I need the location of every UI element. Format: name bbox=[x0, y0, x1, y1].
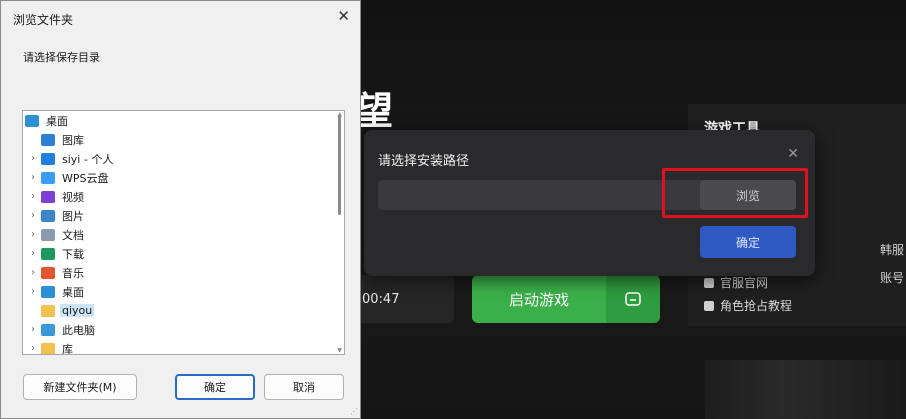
tree-item-label: 下载 bbox=[62, 247, 84, 261]
tree-item[interactable]: › 桌面 bbox=[23, 282, 335, 301]
install-path-dialog: 请选择安装路径 ✕ 浏览 确定 bbox=[364, 130, 815, 276]
chevron-right-icon[interactable]: › bbox=[25, 286, 41, 297]
ok-button[interactable]: 确定 bbox=[175, 374, 255, 400]
tree-item-label: qiyou bbox=[60, 304, 95, 317]
desktop-icon bbox=[25, 114, 39, 127]
tree-item[interactable]: › siyi - 个人 bbox=[23, 149, 335, 168]
desktop-icon bbox=[41, 285, 55, 298]
tree-item-label: 图片 bbox=[62, 209, 84, 223]
tree-item-label: 桌面 bbox=[46, 114, 68, 128]
folder-icon bbox=[41, 304, 55, 317]
tree-item[interactable]: 图库 bbox=[23, 130, 335, 149]
folder-dialog-title: 浏览文件夹 bbox=[13, 13, 74, 27]
documents-icon bbox=[41, 228, 55, 241]
tree-item[interactable]: › 库 bbox=[23, 339, 335, 355]
scroll-down-icon[interactable]: ▼ bbox=[337, 347, 342, 354]
tree-item[interactable]: › 此电脑 bbox=[23, 320, 335, 339]
chevron-right-icon[interactable]: › bbox=[25, 248, 41, 259]
tree-item-label: 库 bbox=[62, 342, 73, 355]
tree-item[interactable]: › 文档 bbox=[23, 225, 335, 244]
chevron-right-icon[interactable]: › bbox=[25, 153, 41, 164]
folder-tree: 桌面 图库 › siyi - 个人 › WPS云盘 › 视频 › 图片 › 文档 › 下载 › 音乐 › 桌面 qi… bbox=[22, 110, 345, 355]
install-dialog-title: 请选择安装路径 bbox=[378, 154, 470, 169]
highlight-annotation bbox=[662, 168, 808, 218]
tree-item-label: 桌面 bbox=[62, 285, 84, 299]
open-folder-button[interactable] bbox=[606, 275, 660, 323]
tree-scrollbar[interactable] bbox=[338, 115, 341, 215]
install-confirm-button[interactable]: 确定 bbox=[700, 226, 796, 258]
tree-item-label: siyi - 个人 bbox=[62, 152, 114, 166]
tree-item-label: 文档 bbox=[62, 228, 84, 242]
tree-item-label: 图库 bbox=[62, 133, 84, 147]
official-site-label: 官服官网 bbox=[720, 276, 769, 290]
kr-server-link[interactable]: 韩服 bbox=[880, 241, 904, 258]
tree-item[interactable]: › WPS云盘 bbox=[23, 168, 335, 187]
new-folder-button[interactable]: 新建文件夹(M) bbox=[23, 374, 137, 400]
chevron-right-icon[interactable]: › bbox=[25, 343, 41, 354]
resize-grip-icon[interactable]: ⋰ bbox=[350, 407, 358, 416]
chevron-right-icon[interactable]: › bbox=[25, 172, 41, 183]
folder-dialog-prompt: 请选择保存目录 bbox=[23, 51, 100, 64]
background-art bbox=[705, 360, 906, 419]
tree-item[interactable]: 桌面 bbox=[23, 111, 335, 130]
account-link[interactable]: 账号 bbox=[880, 269, 904, 286]
onedrive-icon bbox=[41, 152, 55, 165]
chevron-right-icon[interactable]: › bbox=[25, 229, 41, 240]
chevron-right-icon[interactable]: › bbox=[25, 324, 41, 335]
browse-folder-dialog: 浏览文件夹 ✕ 请选择保存目录 桌面 图库 › siyi - 个人 › WPS云盘 › 视频 ›… bbox=[0, 0, 361, 419]
tree-item-label: 音乐 bbox=[62, 266, 84, 280]
download-icon bbox=[41, 247, 55, 260]
cloud-icon bbox=[41, 171, 55, 184]
start-game-button[interactable]: 启动游戏 bbox=[472, 275, 606, 323]
folder-icon bbox=[41, 342, 55, 354]
official-site-link[interactable]: 官服官网 bbox=[704, 274, 768, 291]
tree-item-label: WPS云盘 bbox=[62, 171, 109, 185]
gallery-icon bbox=[41, 133, 55, 146]
tree-item[interactable]: › 图片 bbox=[23, 206, 335, 225]
doc-icon bbox=[704, 300, 714, 311]
pictures-icon bbox=[41, 209, 55, 222]
tree-item[interactable]: › 下载 bbox=[23, 244, 335, 263]
web-icon bbox=[704, 277, 714, 288]
tree-item-label: 此电脑 bbox=[62, 323, 95, 337]
chevron-right-icon[interactable]: › bbox=[25, 210, 41, 221]
computer-icon bbox=[41, 323, 55, 336]
folder-icon bbox=[625, 292, 641, 306]
video-icon bbox=[41, 190, 55, 203]
close-icon[interactable]: ✕ bbox=[337, 7, 350, 25]
music-icon bbox=[41, 266, 55, 279]
tree-item[interactable]: › 视频 bbox=[23, 187, 335, 206]
tree-item[interactable]: qiyou bbox=[23, 301, 335, 320]
role-tutorial-label: 角色抢占教程 bbox=[720, 299, 793, 313]
play-time-display: 00:47 bbox=[350, 275, 454, 323]
cancel-button[interactable]: 取消 bbox=[264, 374, 344, 400]
role-tutorial-link[interactable]: 角色抢占教程 bbox=[704, 297, 792, 314]
chevron-right-icon[interactable]: › bbox=[25, 267, 41, 278]
chevron-right-icon[interactable]: › bbox=[25, 191, 41, 202]
tree-item-label: 视频 bbox=[62, 190, 84, 204]
tree-item[interactable]: › 音乐 bbox=[23, 263, 335, 282]
close-icon[interactable]: ✕ bbox=[787, 146, 799, 162]
